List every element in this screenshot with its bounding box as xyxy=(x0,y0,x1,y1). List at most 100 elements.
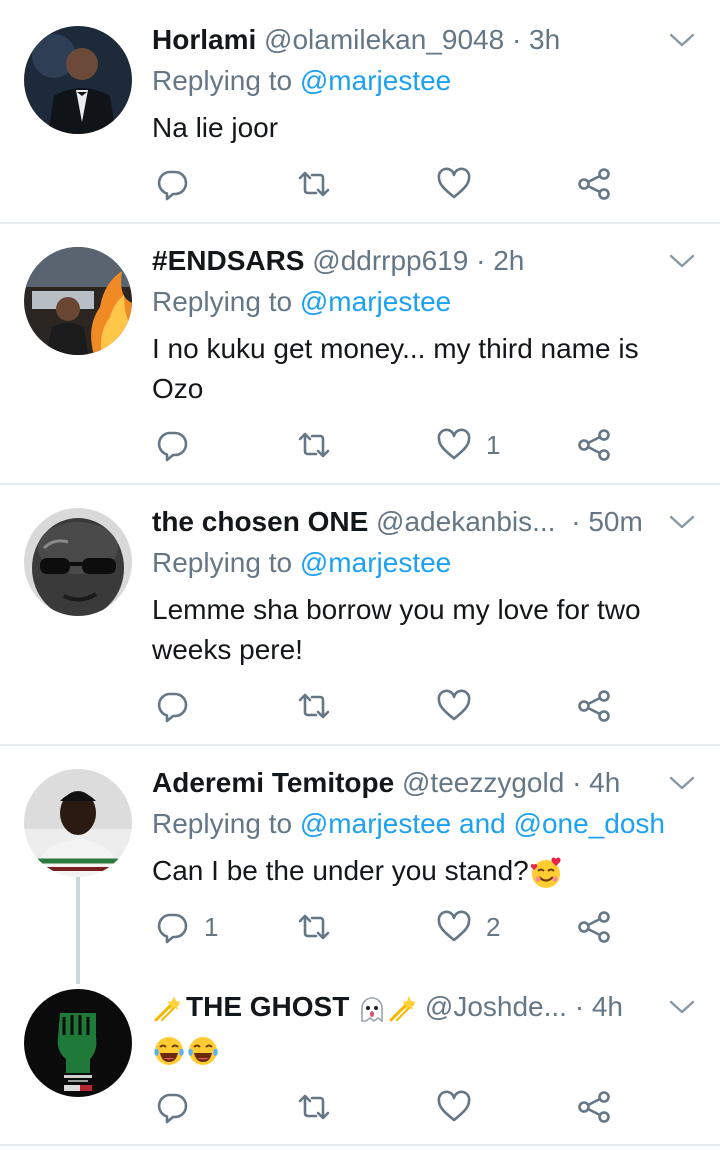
avatar[interactable] xyxy=(24,769,132,877)
share-icon xyxy=(578,168,610,200)
share-button[interactable] xyxy=(576,1087,612,1127)
handle[interactable]: @olamilekan_9048 xyxy=(264,24,504,55)
retweet-button[interactable] xyxy=(296,1087,332,1127)
divider xyxy=(0,222,720,224)
retweet-button[interactable] xyxy=(296,907,332,947)
display-name[interactable]: #ENDSARS xyxy=(152,245,304,276)
smiling-face-with-hearts-icon xyxy=(530,857,561,888)
handle[interactable]: @teezzygold xyxy=(402,767,564,798)
replying-to: Replying to @marjestee and @one_dosh xyxy=(152,808,665,839)
reply-button[interactable] xyxy=(154,425,204,465)
retweet-icon xyxy=(298,171,330,197)
share-icon xyxy=(578,429,610,461)
tweet-text: Lemme sha borrow you my love for two wee… xyxy=(152,594,641,665)
heart-icon xyxy=(437,689,471,721)
replying-to: Replying to @marjestee xyxy=(152,547,452,578)
chevron-down-icon[interactable] xyxy=(668,995,696,1019)
mention-link[interactable]: @marjestee xyxy=(300,808,451,839)
tweet-actions xyxy=(152,164,720,204)
mention-link[interactable]: @marjestee xyxy=(300,286,451,317)
retweet-icon xyxy=(298,914,330,940)
display-name[interactable]: Aderemi Temitope xyxy=(152,767,394,798)
tweet[interactable]: #ENDSARS @ddrrpp619 · 2h Replying to @ma… xyxy=(0,241,720,481)
avatar[interactable] xyxy=(24,26,132,134)
reply-icon xyxy=(157,170,188,201)
like-button[interactable] xyxy=(436,686,486,726)
avatar[interactable] xyxy=(24,989,132,1097)
tweet-actions: 1 2 xyxy=(152,907,720,947)
mention-link[interactable]: @marjestee xyxy=(300,65,451,96)
timestamp: · 2h xyxy=(476,245,525,276)
like-count: 1 xyxy=(486,429,501,460)
chevron-down-icon[interactable] xyxy=(668,249,696,273)
share-button[interactable] xyxy=(576,164,612,204)
reply-button[interactable] xyxy=(154,686,204,726)
dizzy-icon xyxy=(389,995,417,1022)
like-button[interactable]: 1 xyxy=(436,425,500,465)
heart-icon xyxy=(437,167,471,199)
tweet[interactable]: Aderemi Temitope @teezzygold · 4h Replyi… xyxy=(0,763,720,963)
timestamp: · 4h xyxy=(572,767,621,798)
avatar[interactable] xyxy=(24,247,132,355)
retweet-icon xyxy=(298,432,330,458)
retweet-button[interactable] xyxy=(296,425,332,465)
reply-button[interactable] xyxy=(154,1087,204,1127)
reply-icon xyxy=(157,913,188,944)
tweet-header: the chosen ONE @adekanbis... · 50m xyxy=(152,502,720,542)
divider xyxy=(0,483,720,485)
reply-button[interactable] xyxy=(154,164,204,204)
like-count: 2 xyxy=(486,911,501,942)
divider xyxy=(0,744,720,746)
dizzy-icon xyxy=(154,995,181,1022)
like-button[interactable] xyxy=(436,164,486,204)
tweet-header: Aderemi Temitope @teezzygold · 4h xyxy=(152,763,720,803)
reply-button[interactable]: 1 xyxy=(154,907,218,947)
chevron-down-icon[interactable] xyxy=(668,771,696,795)
tweet-text: Na lie joor xyxy=(152,112,279,143)
reply-icon xyxy=(157,431,188,462)
share-button[interactable] xyxy=(576,425,612,465)
reply-icon xyxy=(157,1093,188,1124)
heart-icon xyxy=(437,428,471,460)
tweet[interactable]: Horlami @olamilekan_9048 · 3h Replying t… xyxy=(0,20,720,220)
share-button[interactable] xyxy=(576,686,612,726)
face-with-tears-of-joy-icon xyxy=(188,1036,218,1065)
mention-link[interactable]: @one_dosh xyxy=(514,808,665,839)
share-icon xyxy=(578,1091,610,1123)
display-name[interactable]: the chosen ONE xyxy=(152,506,368,537)
heart-icon xyxy=(437,910,471,942)
heart-icon xyxy=(437,1090,471,1122)
display-name[interactable]: THE GHOST xyxy=(186,991,349,1022)
reply-count: 1 xyxy=(204,911,219,942)
like-button[interactable] xyxy=(436,1087,486,1127)
share-icon xyxy=(578,911,610,943)
replying-to: Replying to @marjestee xyxy=(152,65,452,96)
handle[interactable]: @adekanbis... xyxy=(376,506,555,537)
tweet-header: #ENDSARS @ddrrpp619 · 2h xyxy=(152,241,720,281)
tweet-header: THE GHOST @Joshde... · 4h xyxy=(152,987,720,1027)
tweet[interactable]: THE GHOST @Joshde... · 4h xyxy=(0,987,720,1137)
like-button[interactable]: 2 xyxy=(436,907,500,947)
display-name[interactable]: Horlami xyxy=(152,24,256,55)
chevron-down-icon[interactable] xyxy=(668,510,696,534)
tweet[interactable]: the chosen ONE @adekanbis... · 50m Reply… xyxy=(0,502,720,742)
handle[interactable]: @ddrrpp619 xyxy=(312,245,468,276)
retweet-button[interactable] xyxy=(296,164,332,204)
chevron-down-icon[interactable] xyxy=(668,28,696,52)
timestamp: · 4h xyxy=(574,991,623,1022)
share-button[interactable] xyxy=(576,907,612,947)
handle[interactable]: @Joshde... xyxy=(425,991,567,1022)
tweet-text: Can I be the under you stand? xyxy=(152,851,692,891)
tweet-actions xyxy=(152,686,720,726)
tweet-actions xyxy=(152,1087,720,1127)
avatar[interactable] xyxy=(24,508,132,616)
reply-icon xyxy=(157,692,188,723)
retweet-button[interactable] xyxy=(296,686,332,726)
tweet-header: Horlami @olamilekan_9048 · 3h xyxy=(152,20,720,60)
ghost-icon xyxy=(361,996,383,1023)
tweet-actions: 1 xyxy=(152,425,720,465)
tweet-text xyxy=(152,1029,692,1069)
divider xyxy=(0,1144,720,1146)
mention-link[interactable]: @marjestee xyxy=(300,547,451,578)
tweet-text: I no kuku get money... my third name is … xyxy=(152,333,639,404)
